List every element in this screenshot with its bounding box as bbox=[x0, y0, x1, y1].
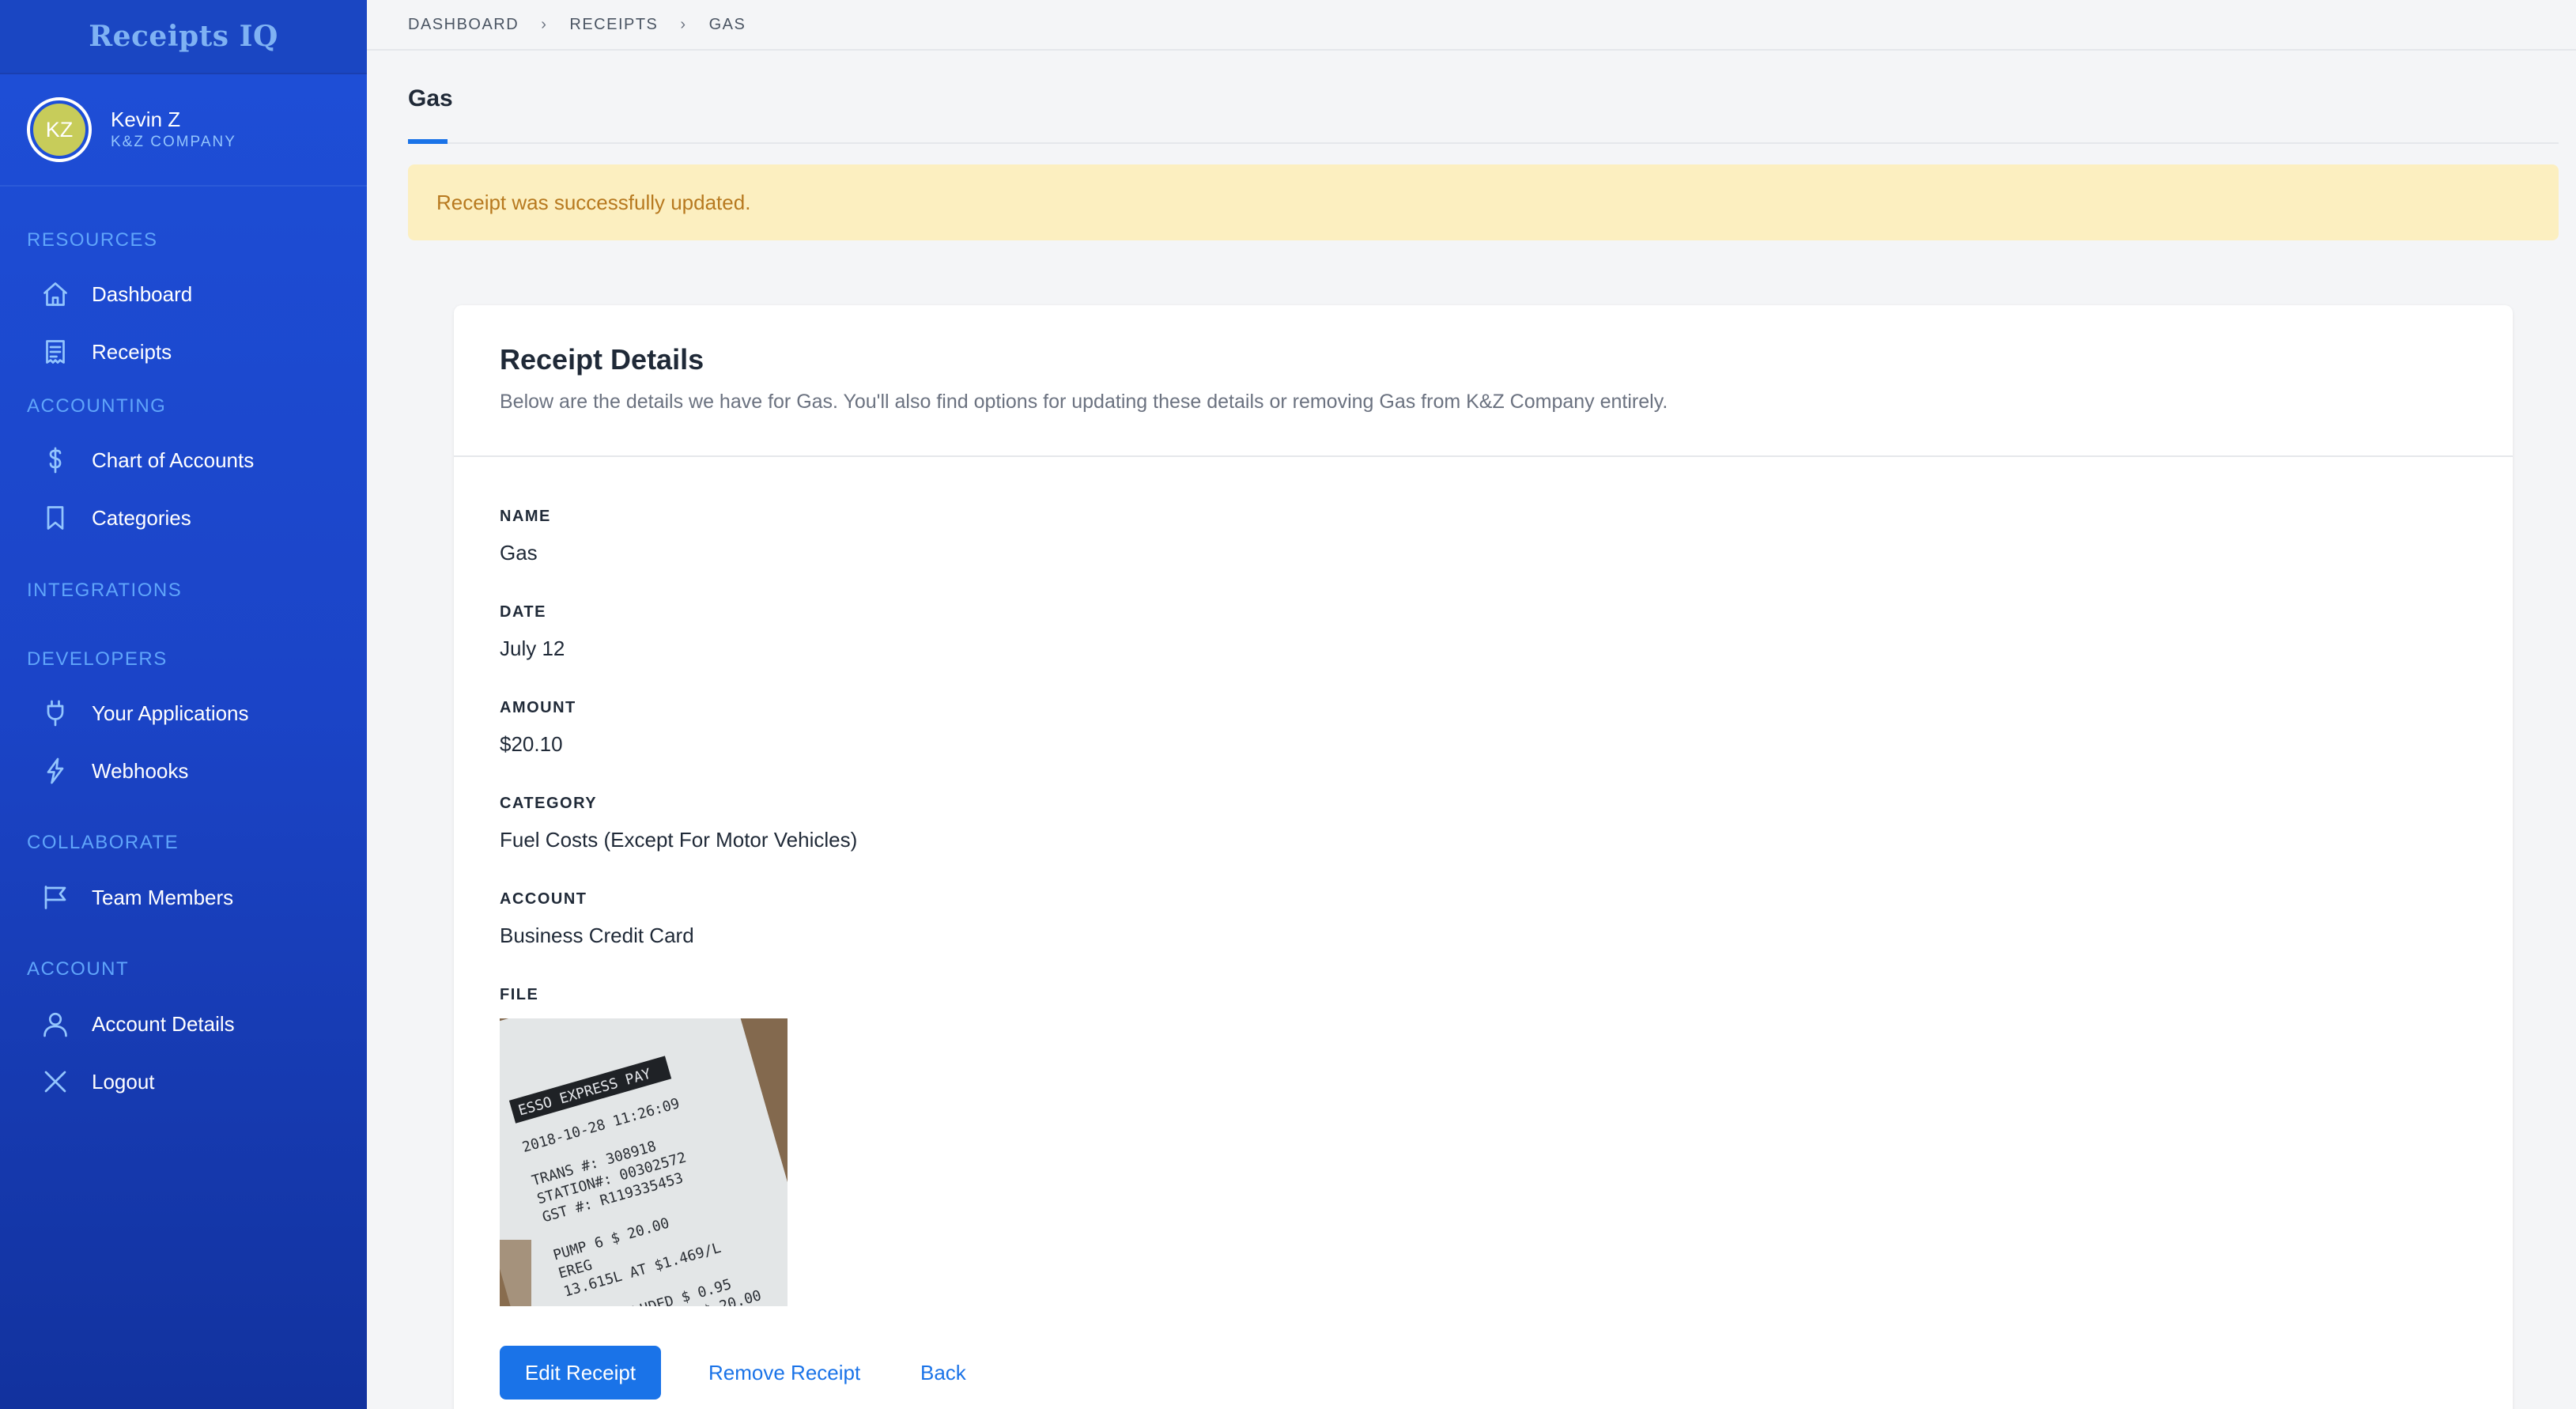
section-title-integrations[interactable]: INTEGRATIONS bbox=[27, 580, 182, 602]
sidebar-item-webhooks[interactable]: Webhooks bbox=[40, 749, 188, 793]
brand-header: Receipts IQ bbox=[0, 0, 367, 74]
field-value-account: Business Credit Card bbox=[500, 924, 694, 947]
avatar: KZ bbox=[27, 97, 92, 162]
back-button[interactable]: Back bbox=[920, 1346, 966, 1400]
remove-receipt-button[interactable]: Remove Receipt bbox=[708, 1346, 860, 1400]
flag-icon bbox=[40, 882, 71, 913]
sidebar-item-label: Account Details bbox=[92, 1011, 235, 1036]
field-label-amount: AMOUNT bbox=[500, 699, 576, 716]
breadcrumb: DASHBOARD › RECEIPTS › GAS bbox=[367, 0, 2576, 51]
breadcrumb-item-receipts[interactable]: RECEIPTS bbox=[569, 16, 658, 34]
app-root: Receipts IQ KZ Kevin Z K&Z COMPANY RESOU… bbox=[0, 0, 2576, 1409]
user-info: Kevin Z K&Z COMPANY bbox=[111, 107, 236, 153]
sidebar-item-label: Your Applications bbox=[92, 701, 249, 725]
receipt-details-card: Receipt Details Below are the details we… bbox=[454, 305, 2513, 1409]
success-alert: Receipt was successfully updated. bbox=[408, 164, 2559, 240]
sidebar-item-label: Receipts bbox=[92, 339, 172, 364]
receipt-image[interactable]: ESSO EXPRESS PAY 2018-10-28 11:26:09 TRA… bbox=[500, 1018, 788, 1306]
field-value-date: July 12 bbox=[500, 637, 565, 660]
sidebar-item-team-members[interactable]: Team Members bbox=[40, 875, 233, 920]
user-name: Kevin Z bbox=[111, 108, 181, 131]
breadcrumb-separator: › bbox=[680, 15, 687, 33]
receipt-photo: ESSO EXPRESS PAY 2018-10-28 11:26:09 TRA… bbox=[500, 1018, 788, 1306]
section-title-developers: DEVELOPERS bbox=[27, 648, 168, 670]
receipt-icon bbox=[40, 336, 71, 368]
user-profile[interactable]: KZ Kevin Z K&Z COMPANY bbox=[0, 74, 367, 187]
sidebar-item-label: Chart of Accounts bbox=[92, 448, 255, 472]
sidebar-item-label: Webhooks bbox=[92, 758, 189, 783]
field-value-amount: $20.10 bbox=[500, 732, 563, 756]
x-icon bbox=[40, 1066, 71, 1097]
field-label-name: NAME bbox=[500, 508, 551, 525]
field-value-category: Fuel Costs (Except For Motor Vehicles) bbox=[500, 828, 858, 852]
field-label-category: CATEGORY bbox=[500, 795, 598, 812]
field-value-name: Gas bbox=[500, 541, 538, 565]
avatar-initials: KZ bbox=[33, 104, 85, 156]
page-header: Gas bbox=[408, 51, 2559, 144]
sidebar-item-logout[interactable]: Logout bbox=[40, 1060, 155, 1104]
title-underline bbox=[408, 139, 448, 144]
sidebar-item-account-details[interactable]: Account Details bbox=[40, 1002, 235, 1046]
sidebar-item-dashboard[interactable]: Dashboard bbox=[40, 272, 192, 316]
main-content: DASHBOARD › RECEIPTS › GAS Gas Receipt w… bbox=[367, 0, 2576, 1409]
home-icon bbox=[40, 278, 71, 310]
section-title-resources: RESOURCES bbox=[27, 229, 158, 251]
sidebar-item-categories[interactable]: Categories bbox=[40, 496, 191, 540]
sidebar-item-label: Logout bbox=[92, 1069, 155, 1094]
sidebar-item-label: Dashboard bbox=[92, 281, 193, 306]
section-title-collaborate: COLLABORATE bbox=[27, 832, 179, 853]
dollar-icon bbox=[40, 444, 71, 476]
sidebar-item-receipts[interactable]: Receipts bbox=[40, 330, 172, 374]
field-label-date: DATE bbox=[500, 603, 546, 621]
section-title-account: ACCOUNT bbox=[27, 958, 130, 980]
field-label-file: FILE bbox=[500, 986, 539, 1003]
card-description: Below are the details we have for Gas. Y… bbox=[500, 391, 1668, 413]
breadcrumb-separator: › bbox=[541, 15, 548, 33]
alert-message: Receipt was successfully updated. bbox=[436, 190, 751, 214]
brand-logo[interactable]: Receipts IQ bbox=[89, 20, 278, 53]
section-title-accounting: ACCOUNTING bbox=[27, 395, 167, 417]
sidebar: Receipts IQ KZ Kevin Z K&Z COMPANY RESOU… bbox=[0, 0, 367, 1409]
user-icon bbox=[40, 1008, 71, 1040]
page-title: Gas bbox=[408, 85, 453, 111]
sidebar-item-label: Categories bbox=[92, 505, 191, 530]
bolt-icon bbox=[40, 755, 71, 787]
sidebar-item-chart-of-accounts[interactable]: Chart of Accounts bbox=[40, 438, 254, 482]
breadcrumb-item-dashboard[interactable]: DASHBOARD bbox=[408, 16, 519, 34]
field-label-account: ACCOUNT bbox=[500, 890, 587, 908]
card-title: Receipt Details bbox=[500, 343, 704, 376]
card-header: Receipt Details Below are the details we… bbox=[454, 305, 2513, 457]
user-company: K&Z COMPANY bbox=[111, 134, 236, 150]
sidebar-item-label: Team Members bbox=[92, 885, 234, 909]
breadcrumb-item-gas: GAS bbox=[708, 15, 746, 33]
sidebar-item-your-applications[interactable]: Your Applications bbox=[40, 691, 249, 735]
bookmark-icon bbox=[40, 502, 71, 534]
plug-icon bbox=[40, 697, 71, 729]
edit-receipt-button[interactable]: Edit Receipt bbox=[500, 1346, 661, 1400]
